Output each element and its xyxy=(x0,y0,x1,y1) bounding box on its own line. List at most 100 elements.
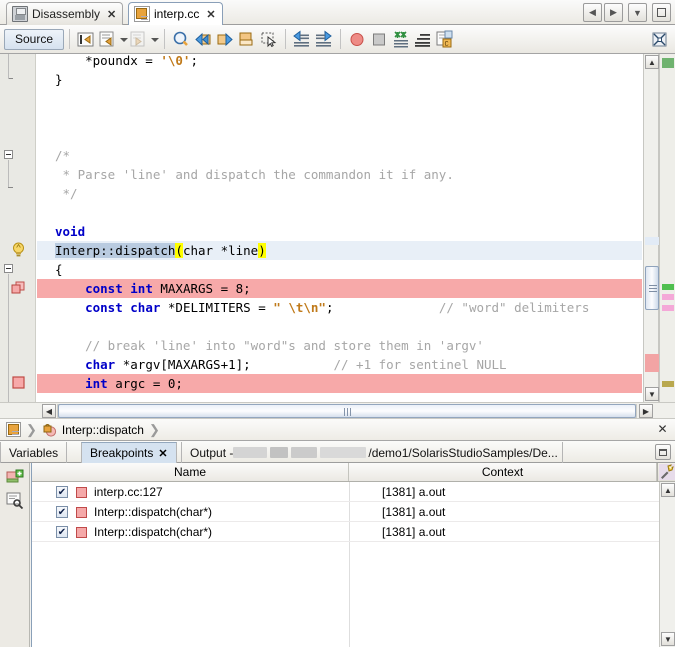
multiple-breakpoints-icon[interactable] xyxy=(11,281,26,295)
code-line[interactable] xyxy=(37,203,642,222)
new-watch-icon[interactable]: C xyxy=(435,29,455,50)
column-settings-icon[interactable] xyxy=(657,463,675,481)
ide-window: Disassembly ✕ interp.cc ✕ ◀ ▶ ▼ Source C… xyxy=(0,0,675,647)
editor-horizontal-scrollbar[interactable]: ◀ ▶ xyxy=(0,402,675,419)
breakpoints-vertical-scrollbar[interactable]: ▲ ▼ xyxy=(659,482,675,647)
code-line[interactable]: * Parse 'line' and dispatch the commando… xyxy=(37,165,642,184)
code-line-current[interactable]: Interp::dispatch(char *line) xyxy=(37,241,642,260)
table-row[interactable]: ✔ Interp::dispatch(char*) [1381] a.out xyxy=(32,522,675,542)
code-line-breakpoint[interactable]: const int MAXARGS = 8; xyxy=(37,279,642,298)
code-line[interactable] xyxy=(37,317,642,336)
close-breadcrumb-icon[interactable]: ✕ xyxy=(656,423,669,436)
code-line[interactable]: // break 'line' into "word"s and store t… xyxy=(37,336,642,355)
toggle-bookmark-icon[interactable] xyxy=(76,29,96,50)
tab-output[interactable]: Output - /demo1/SolarisStudioSamples/De.… xyxy=(181,442,563,463)
toolbar-separator xyxy=(69,29,71,49)
code-editor[interactable]: 110 111 112 113 114 115 116 117 118 119 … xyxy=(0,54,675,402)
maximize-window-button[interactable] xyxy=(652,3,671,22)
table-row[interactable]: ✔ Interp::dispatch(char*) [1381] a.out xyxy=(32,502,675,522)
scroll-right-button[interactable]: ▶ xyxy=(639,404,653,418)
hscrollbar-thumb[interactable] xyxy=(58,404,636,418)
select-in-projects-icon[interactable] xyxy=(259,29,279,50)
code-text-area[interactable]: *poundx = '\0'; } /* * Parse 'line' and … xyxy=(37,54,642,402)
breakpoint-icon[interactable] xyxy=(12,376,25,389)
tab-disassembly[interactable]: Disassembly ✕ xyxy=(6,2,124,25)
minimize-window-icon xyxy=(659,448,667,456)
code-line[interactable]: } xyxy=(37,70,642,89)
editor-annotation-bar[interactable] xyxy=(659,54,675,402)
run-to-cursor-icon[interactable] xyxy=(129,29,149,50)
maximize-icon xyxy=(657,8,666,17)
breakpoints-table[interactable]: Name Context ✔ interp.cc:127 [1381] a.ou… xyxy=(31,463,675,647)
shift-line-right-icon[interactable] xyxy=(314,29,334,50)
scroll-tabs-left-button[interactable]: ◀ xyxy=(583,3,602,22)
cpp-source-file-icon[interactable] xyxy=(6,422,21,437)
occurrence-marker[interactable] xyxy=(662,305,674,311)
stop-debug-icon[interactable] xyxy=(347,29,367,50)
code-line[interactable]: *poundx = '\0'; xyxy=(37,54,642,70)
scrollbar-thumb[interactable] xyxy=(645,266,659,310)
hint-lightbulb-icon[interactable] xyxy=(11,242,26,258)
fold-collapse-icon[interactable] xyxy=(4,264,13,273)
step-over-expression-icon[interactable] xyxy=(98,29,118,50)
new-breakpoint-icon[interactable] xyxy=(6,469,24,487)
scroll-down-button[interactable]: ▼ xyxy=(661,632,675,646)
step-over-expression-dropdown[interactable] xyxy=(119,29,129,50)
source-button[interactable]: Source xyxy=(4,28,65,50)
code-line[interactable] xyxy=(37,108,642,127)
tab-breakpoints[interactable]: Breakpoints ✕ xyxy=(81,442,177,463)
toolbar-separator xyxy=(164,29,166,49)
previous-bookmark-icon[interactable] xyxy=(193,29,213,50)
tab-interp-cc[interactable]: interp.cc ✕ xyxy=(128,2,223,25)
scroll-tabs-right-button[interactable]: ▶ xyxy=(604,3,623,22)
tab-label: Breakpoints xyxy=(90,446,154,460)
editor-vertical-scrollbar[interactable]: ▲ ▼ xyxy=(643,54,659,402)
editor-gutter[interactable] xyxy=(0,54,36,402)
column-header-context[interactable]: Context xyxy=(349,463,657,481)
minimize-window-button[interactable] xyxy=(655,444,671,460)
output-window-icon[interactable] xyxy=(413,29,433,50)
scroll-up-button[interactable]: ▲ xyxy=(661,483,675,497)
profile-icon[interactable] xyxy=(391,29,411,50)
tab-close-icon[interactable]: ✕ xyxy=(206,8,215,21)
find-selection-icon[interactable] xyxy=(171,29,191,50)
tab-close-icon[interactable]: ✕ xyxy=(158,447,167,460)
no-errors-marker[interactable] xyxy=(662,58,674,68)
column-header-name[interactable]: Name xyxy=(32,463,349,481)
scroll-left-button[interactable]: ◀ xyxy=(42,404,56,418)
tab-variables[interactable]: Variables xyxy=(0,442,68,463)
breadcrumb: ❯ Interp::dispatch ❯ ✕ xyxy=(0,419,675,441)
table-row[interactable]: ✔ interp.cc:127 [1381] a.out xyxy=(32,482,675,502)
code-line[interactable] xyxy=(37,127,642,146)
toggle-rectangular-selection-icon[interactable] xyxy=(237,29,257,50)
code-line[interactable]: */ xyxy=(37,184,642,203)
breakpoint-marker xyxy=(645,354,659,372)
search-match-marker[interactable] xyxy=(662,284,674,290)
fold-collapse-icon[interactable] xyxy=(4,150,13,159)
pause-icon[interactable] xyxy=(369,29,389,50)
current-line-marker xyxy=(645,237,659,245)
occurrence-marker[interactable] xyxy=(662,294,674,300)
scroll-up-button[interactable]: ▲ xyxy=(645,55,659,69)
tab-list-dropdown-button[interactable]: ▼ xyxy=(628,3,647,22)
breakpoint-enabled-checkbox[interactable]: ✔ xyxy=(56,486,68,498)
breakpoint-properties-icon[interactable] xyxy=(6,491,24,510)
code-line[interactable] xyxy=(37,393,642,402)
next-bookmark-icon[interactable] xyxy=(215,29,235,50)
code-line[interactable]: char *argv[MAXARGS+1]; // +1 for sentine… xyxy=(37,355,642,374)
code-line[interactable]: { xyxy=(37,260,642,279)
code-line-breakpoint[interactable]: int argc = 0; xyxy=(37,374,642,393)
change-marker[interactable] xyxy=(662,381,674,387)
code-line[interactable] xyxy=(37,89,642,108)
code-line[interactable]: /* xyxy=(37,146,642,165)
code-line[interactable]: const char *DELIMITERS = " \t\n"; // "wo… xyxy=(37,298,642,317)
run-to-cursor-dropdown[interactable] xyxy=(150,29,160,50)
breakpoint-enabled-checkbox[interactable]: ✔ xyxy=(56,526,68,538)
shift-line-left-icon[interactable] xyxy=(292,29,312,50)
breakpoint-enabled-checkbox[interactable]: ✔ xyxy=(56,506,68,518)
breadcrumb-member[interactable]: Interp::dispatch xyxy=(62,423,144,437)
tab-close-icon[interactable]: ✕ xyxy=(107,8,116,21)
scroll-down-button[interactable]: ▼ xyxy=(645,387,659,401)
code-line[interactable]: void xyxy=(37,222,642,241)
toggle-highlight-search-icon[interactable] xyxy=(650,29,670,50)
